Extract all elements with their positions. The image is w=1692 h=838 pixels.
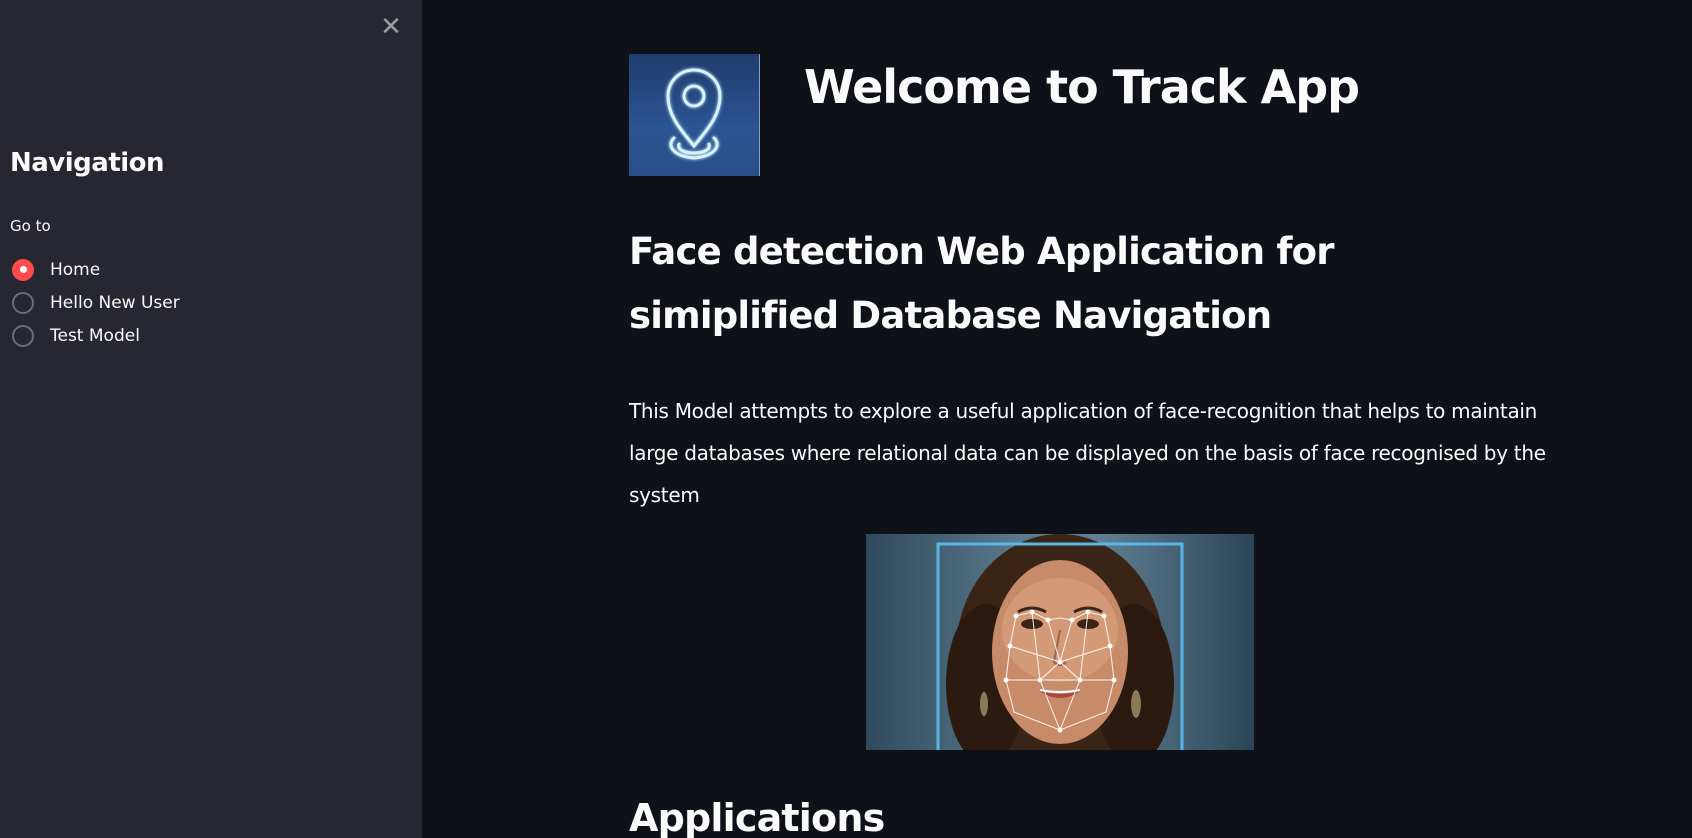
page-subtitle: Face detection Web Application for simip… bbox=[629, 230, 1335, 337]
radio-option-label: Test Model bbox=[50, 325, 140, 346]
app-root: ✕ Navigation Go to Home Hello New User T… bbox=[0, 0, 1692, 838]
description-text: This Model attempts to explore a useful … bbox=[629, 399, 1546, 507]
radio-button[interactable] bbox=[12, 324, 34, 347]
close-sidebar-button[interactable]: ✕ bbox=[378, 14, 404, 40]
face-recognition-image bbox=[866, 534, 1254, 750]
radio-option-test-model[interactable]: Test Model bbox=[12, 319, 180, 352]
section-heading-applications: Applications bbox=[629, 796, 885, 838]
sidebar: ✕ Navigation Go to Home Hello New User T… bbox=[0, 0, 422, 838]
radio-group-label: Go to bbox=[10, 217, 51, 235]
radio-button[interactable] bbox=[12, 291, 34, 314]
sidebar-title: Navigation bbox=[10, 148, 165, 178]
page-title: Welcome to Track App bbox=[804, 60, 1360, 114]
close-icon: ✕ bbox=[380, 12, 402, 42]
radio-option-home[interactable]: Home bbox=[12, 253, 180, 286]
radio-option-label: Hello New User bbox=[50, 292, 180, 313]
app-logo bbox=[629, 54, 760, 176]
radio-dot bbox=[19, 266, 27, 273]
navigation-radio-group: Home Hello New User Test Model bbox=[12, 253, 180, 352]
location-pin-icon bbox=[666, 68, 722, 160]
radio-button-selected[interactable] bbox=[12, 258, 34, 281]
face-landmarks-illustration bbox=[936, 534, 1184, 750]
radio-option-hello-new-user[interactable]: Hello New User bbox=[12, 286, 180, 319]
main-content: Welcome to Track App Face detection Web … bbox=[422, 0, 1692, 838]
radio-option-label: Home bbox=[50, 259, 101, 280]
